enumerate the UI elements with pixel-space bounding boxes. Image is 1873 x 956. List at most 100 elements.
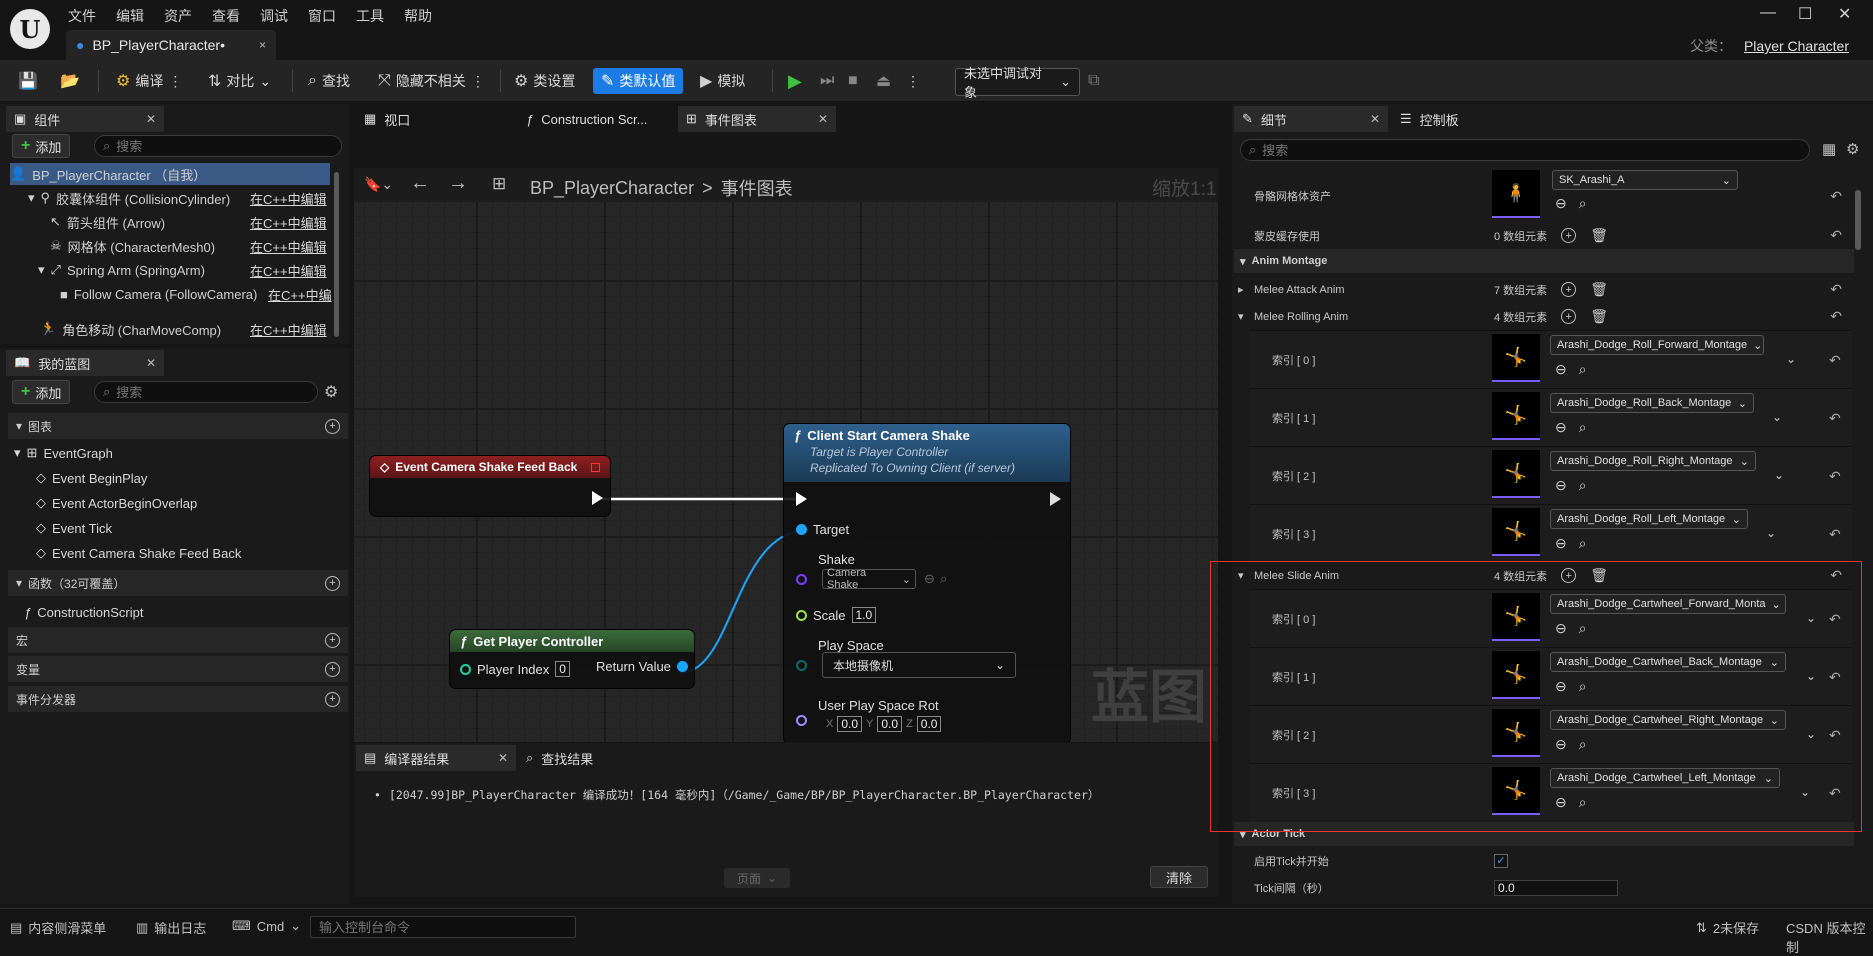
montage-select[interactable]: Arashi_Dodge_Roll_Back_Montage ⌄ xyxy=(1550,393,1754,413)
reset-icon[interactable]: ↶ xyxy=(1829,785,1863,802)
reset-icon[interactable]: ↶ xyxy=(1830,281,1842,298)
menu-help[interactable]: 帮助 xyxy=(394,3,442,29)
use-selected-icon[interactable]: ⊖ xyxy=(1555,678,1567,695)
minimize-button[interactable]: — xyxy=(1760,4,1776,22)
close-icon[interactable]: ✕ xyxy=(146,356,156,370)
browse-icon[interactable]: ⌕ xyxy=(1579,736,1587,753)
add-graph-icon[interactable]: + xyxy=(325,418,340,434)
tick-interval-input[interactable]: 0.0 xyxy=(1494,879,1618,896)
scale-pin[interactable]: Scale 1.0 xyxy=(796,607,877,623)
trash-icon[interactable]: 🗑 xyxy=(1590,281,1608,298)
menu-tools[interactable]: 工具 xyxy=(346,3,394,29)
reset-icon[interactable]: ↶ xyxy=(1829,669,1863,686)
delegate-pin-icon[interactable] xyxy=(591,462,600,472)
event-node[interactable]: ◇ Event Camera Shake Feed Back xyxy=(370,456,610,516)
montage-select[interactable]: Arashi_Dodge_Cartwheel_Left_Montage ⌄ xyxy=(1550,768,1780,788)
chevron-down-icon[interactable]: ▾ xyxy=(1238,569,1244,582)
browse-icon[interactable]: ⌕ xyxy=(1579,477,1587,494)
return-value-pin[interactable]: Return Value xyxy=(596,659,688,674)
components-scrollbar[interactable] xyxy=(334,172,339,337)
blueprint-search[interactable]: ⌕ xyxy=(94,381,318,403)
browse-icon[interactable]: ⌕ xyxy=(1579,794,1587,811)
event-item[interactable]: ◇ Event Camera Shake Feed Back xyxy=(36,542,241,564)
event-item[interactable]: ◇ Event Tick xyxy=(36,517,112,539)
tab-find-results[interactable]: ⌕ 查找结果 xyxy=(518,745,638,771)
section-variables[interactable]: 变量 + xyxy=(8,656,348,682)
use-selected-icon[interactable]: ⊖ xyxy=(1555,736,1567,753)
construction-script-item[interactable]: ƒ ConstructionScript xyxy=(24,601,143,623)
section-dispatchers[interactable]: 事件分发器 + xyxy=(8,686,348,712)
use-selected-icon[interactable]: ⊖ xyxy=(1555,195,1567,212)
exec-out-pin[interactable] xyxy=(1050,492,1061,506)
components-search[interactable]: ⌕ xyxy=(94,135,342,157)
montage-thumbnail[interactable]: 🤸 xyxy=(1492,334,1540,382)
stop-button[interactable]: ■ xyxy=(848,68,858,94)
montage-select[interactable]: Arashi_Dodge_Roll_Forward_Montage ⌄ xyxy=(1550,335,1764,355)
montage-thumbnail[interactable]: 🤸 xyxy=(1492,709,1540,757)
class-pin-icon[interactable] xyxy=(796,574,807,585)
diff-button[interactable]: ⇅ 对比 ⌄ xyxy=(208,68,271,94)
client-camera-shake-node[interactable]: ƒ Client Start Camera Shake Target is Pla… xyxy=(784,424,1070,742)
reset-icon[interactable]: ↶ xyxy=(1829,727,1863,744)
edit-in-cpp-link[interactable]: 在C++中编辑 xyxy=(250,237,327,256)
tab-details[interactable]: ✎ 细节 ✕ xyxy=(1234,106,1388,132)
player-index-pin[interactable]: Player Index 0 xyxy=(460,661,570,677)
skeletal-mesh-thumbnail[interactable]: 🧍 xyxy=(1492,170,1540,218)
component-root[interactable]: 👤 BP_PlayerCharacter （自我） xyxy=(10,163,330,185)
details-search[interactable]: ⌕ xyxy=(1240,139,1810,161)
montage-select[interactable]: Arashi_Dodge_Roll_Right_Montage ⌄ xyxy=(1550,451,1756,471)
chevron-down-icon[interactable]: ⌄ xyxy=(1772,410,1782,424)
use-selected-icon[interactable]: ⊖ xyxy=(1555,419,1567,436)
unreal-logo-icon[interactable]: U xyxy=(10,9,50,49)
montage-thumbnail[interactable]: 🤸 xyxy=(1492,392,1540,440)
tab-event-graph[interactable]: ⊞ 事件图表 ✕ xyxy=(678,106,836,132)
tab-components[interactable]: ▣ 组件 ✕ xyxy=(6,106,164,132)
add-element-icon[interactable]: + xyxy=(1561,228,1577,243)
debug-filter-icon[interactable]: ⧉ xyxy=(1088,68,1099,94)
add-dispatcher-icon[interactable]: + xyxy=(325,691,340,707)
play-options-button[interactable]: ⋮ xyxy=(906,68,920,94)
use-selected-icon[interactable]: ⊖ xyxy=(1555,361,1567,378)
player-index-input[interactable]: 0 xyxy=(555,661,570,677)
unsaved-button[interactable]: ⇅ 2未保存 xyxy=(1696,918,1759,937)
menu-view[interactable]: 查看 xyxy=(202,3,250,29)
edit-in-cpp-link[interactable]: 在C++中编辑 xyxy=(250,213,327,232)
trash-icon[interactable]: 🗑 xyxy=(1590,308,1608,325)
add-element-icon[interactable]: + xyxy=(1561,309,1577,324)
chevron-down-icon[interactable]: ⌄ xyxy=(1806,611,1816,625)
use-asset-icon[interactable]: ⊖ xyxy=(924,571,935,587)
reset-icon[interactable]: ↶ xyxy=(1830,227,1842,244)
browse-icon[interactable]: ⌕ xyxy=(1579,419,1587,436)
grid-view-icon[interactable]: ▦ xyxy=(1822,140,1836,158)
chevron-down-icon[interactable]: ⌄ xyxy=(1806,727,1816,741)
eject-button[interactable]: ⏏ xyxy=(876,68,891,94)
menu-debug[interactable]: 调试 xyxy=(250,3,298,29)
skeletal-mesh-select[interactable]: SK_Arashi_A ⌄ xyxy=(1552,170,1738,190)
tab-compiler-results[interactable]: ▤ 编译器结果 ✕ xyxy=(356,745,516,771)
use-selected-icon[interactable]: ⊖ xyxy=(1555,794,1567,811)
browse-icon[interactable]: ⌕ xyxy=(1579,535,1587,552)
components-search-input[interactable] xyxy=(116,138,333,154)
montage-thumbnail[interactable]: 🤸 xyxy=(1492,593,1540,641)
hide-unrelated-button[interactable]: ⤧ 隐藏不相关 ⋮ xyxy=(378,68,485,94)
component-springarm[interactable]: ▾ ⤢ Spring Arm (SpringArm) 在C++中编辑 xyxy=(38,259,358,281)
tab-my-blueprint[interactable]: 📖 我的蓝图 ✕ xyxy=(6,350,164,376)
play-button[interactable]: ▶ xyxy=(788,68,802,94)
menu-file[interactable]: 文件 xyxy=(58,3,106,29)
close-tab-icon[interactable]: × xyxy=(259,38,266,52)
reset-icon[interactable]: ↶ xyxy=(1829,468,1863,485)
menu-asset[interactable]: 资产 xyxy=(154,3,202,29)
montage-thumbnail[interactable]: 🤸 xyxy=(1492,508,1540,556)
chevron-down-icon[interactable]: ⌄ xyxy=(1774,468,1784,482)
component-capsule[interactable]: ▾ ⚲ 胶囊体组件 (CollisionCylinder) 在C++中编辑 xyxy=(28,187,348,209)
reset-icon[interactable]: ↶ xyxy=(1829,410,1863,427)
close-icon[interactable]: ✕ xyxy=(1370,112,1380,126)
scale-input[interactable]: 1.0 xyxy=(851,607,877,623)
tab-construction[interactable]: ƒ Construction Scr... xyxy=(518,106,678,132)
find-button[interactable]: ⌕ 查找 xyxy=(308,68,350,94)
document-tab[interactable]: ● BP_PlayerCharacter• × xyxy=(66,30,276,60)
console-input[interactable] xyxy=(310,916,576,938)
reset-icon[interactable]: ↶ xyxy=(1829,611,1863,628)
montage-thumbnail[interactable]: 🤸 xyxy=(1492,651,1540,699)
target-pin[interactable]: Target xyxy=(796,522,849,537)
